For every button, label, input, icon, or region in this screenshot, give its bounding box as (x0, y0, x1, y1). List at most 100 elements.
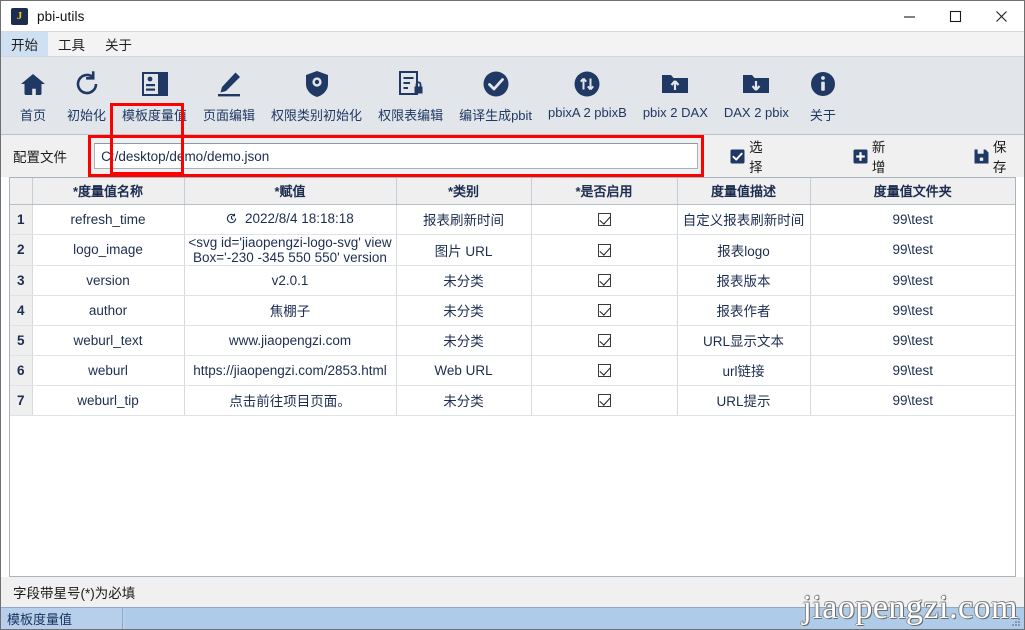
cell-folder[interactable]: 99\test (810, 385, 1015, 416)
header-desc[interactable]: 度量值描述 (677, 178, 811, 205)
cell-enabled[interactable] (531, 265, 678, 296)
cell-name[interactable]: weburl_tip (32, 385, 185, 416)
close-button[interactable] (978, 1, 1024, 32)
toolbar-label-init: 初始化 (67, 108, 107, 123)
checkbox-enabled[interactable] (597, 213, 611, 227)
cell-category[interactable]: Web URL (396, 355, 532, 386)
cell-name[interactable]: refresh_time (32, 204, 185, 235)
table-row[interactable]: 2 logo_image <svg id='jiaopengzi-logo-sv… (10, 234, 1015, 266)
row-number: 7 (10, 385, 33, 416)
checkbox-enabled[interactable] (597, 274, 611, 288)
cell-enabled[interactable] (531, 325, 678, 356)
cell-value[interactable]: www.jiaopengzi.com (184, 325, 397, 356)
cell-folder[interactable]: 99\test (810, 204, 1015, 235)
refresh-icon (70, 67, 104, 101)
cell-name[interactable]: author (32, 295, 185, 326)
status-bar: 模板度量值 (1, 607, 1024, 629)
table-row[interactable]: 7 weburl_tip 点击前往项目页面。 未分类 URL提示 99\test (10, 385, 1015, 416)
checkbox-enabled[interactable] (597, 304, 611, 318)
cell-category[interactable]: 图片 URL (396, 234, 532, 266)
toolbar-label-role-init: 权限类别初始化 (271, 108, 363, 123)
table-row[interactable]: 3 version v2.0.1 未分类 报表版本 99\test (10, 265, 1015, 296)
checkbox-enabled[interactable] (597, 243, 611, 257)
locked-document-icon (394, 67, 428, 101)
cell-desc[interactable]: 报表作者 (677, 295, 811, 326)
toolbar-button-about[interactable]: 关于 (797, 63, 849, 126)
toolbar-button-init[interactable]: 初始化 (59, 63, 114, 126)
cell-folder[interactable]: 99\test (810, 325, 1015, 356)
minimize-button[interactable] (886, 1, 932, 32)
toolbar-button-page-edit[interactable]: 页面编辑 (195, 63, 263, 126)
cell-value[interactable]: https://jiaopengzi.com/2853.html (184, 355, 397, 386)
cell-desc[interactable]: URL提示 (677, 385, 811, 416)
cell-category[interactable]: 未分类 (396, 385, 532, 416)
save-button[interactable]: 保存 (966, 136, 1024, 176)
toolbar-button-dax-2-pbix[interactable]: DAX 2 pbix (716, 63, 797, 122)
cell-name[interactable]: version (32, 265, 185, 296)
toolbar-button-pbix-2-dax[interactable]: pbix 2 DAX (635, 63, 716, 122)
maximize-button[interactable] (932, 1, 978, 32)
header-folder[interactable]: 度量值文件夹 (810, 178, 1015, 205)
toolbar-label-pbix-2-dax: pbix 2 DAX (642, 105, 708, 120)
checkbox-enabled[interactable] (597, 334, 611, 348)
cell-desc[interactable]: URL显示文本 (677, 325, 811, 356)
cell-value[interactable]: 焦棚子 (184, 295, 397, 326)
cell-desc[interactable]: 报表版本 (677, 265, 811, 296)
cell-enabled[interactable] (531, 234, 678, 266)
config-file-input[interactable] (94, 143, 699, 169)
header-value[interactable]: *赋值 (184, 178, 397, 205)
cell-folder[interactable]: 99\test (810, 234, 1015, 266)
menu-item-tools[interactable]: 工具 (48, 32, 95, 56)
select-button[interactable]: 选择 (722, 136, 780, 176)
cell-name[interactable]: weburl_text (32, 325, 185, 356)
application-window: J pbi-utils 开始 工具 关于 首页 初始化 模板度量值 页面编辑 权… (0, 0, 1025, 630)
toolbar-label-template-measure: 模板度量值 (122, 108, 188, 123)
cell-category[interactable]: 未分类 (396, 325, 532, 356)
cell-folder[interactable]: 99\test (810, 295, 1015, 326)
cell-enabled[interactable] (531, 204, 678, 235)
cell-value[interactable]: v2.0.1 (184, 265, 397, 296)
table-row[interactable]: 6 weburl https://jiaopengzi.com/2853.htm… (10, 355, 1015, 386)
cell-category[interactable]: 未分类 (396, 265, 532, 296)
swap-circle-icon (570, 67, 604, 101)
toolbar-button-role-table-edit[interactable]: 权限表编辑 (370, 63, 451, 126)
header-enabled[interactable]: *是否启用 (531, 178, 678, 205)
cell-category[interactable]: 报表刷新时间 (396, 204, 532, 235)
checkbox-enabled[interactable] (597, 364, 611, 378)
cell-value[interactable]: 2022/8/4 18:18:18 (184, 204, 397, 235)
hint-bar: 字段带星号(*)为必填 (1, 577, 1024, 607)
toolbar-button-role-init[interactable]: 权限类别初始化 (263, 63, 370, 126)
toolbar-button-compile-pbit[interactable]: 编译生成pbit (451, 63, 540, 126)
toolbar-label-pbixa-2-pbixb: pbixA 2 pbixB (548, 105, 627, 120)
toolbar-button-pbixa-2-pbixb[interactable]: pbixA 2 pbixB (540, 63, 635, 122)
cell-name[interactable]: logo_image (32, 234, 185, 266)
cell-desc[interactable]: url链接 (677, 355, 811, 386)
menu-item-about[interactable]: 关于 (95, 32, 142, 56)
table-row[interactable]: 4 author 焦棚子 未分类 报表作者 99\test (10, 295, 1015, 326)
add-button[interactable]: 新增 (845, 136, 903, 176)
clock-icon (226, 212, 241, 227)
cell-enabled[interactable] (531, 355, 678, 386)
pencil-icon (212, 67, 246, 101)
toolbar-button-home[interactable]: 首页 (7, 63, 59, 126)
table-row[interactable]: 1 refresh_time 2022/8/4 18:18:18 报表刷新时间 … (10, 204, 1015, 235)
toolbar-label-role-table-edit: 权限表编辑 (378, 108, 444, 123)
resize-grip-icon[interactable] (1009, 615, 1021, 627)
cell-folder[interactable]: 99\test (810, 265, 1015, 296)
cell-folder[interactable]: 99\test (810, 355, 1015, 386)
table-row[interactable]: 5 weburl_text www.jiaopengzi.com 未分类 URL… (10, 325, 1015, 356)
cell-value[interactable]: <svg id='jiaopengzi-logo-svg' viewBox='-… (184, 234, 397, 266)
cell-desc[interactable]: 报表logo (677, 234, 811, 266)
cell-category[interactable]: 未分类 (396, 295, 532, 326)
cell-enabled[interactable] (531, 295, 678, 326)
header-category[interactable]: *类别 (396, 178, 532, 205)
cell-desc[interactable]: 自定义报表刷新时间 (677, 204, 811, 235)
config-actions: 选择 新增 保存 (722, 136, 1024, 176)
header-name[interactable]: *度量值名称 (32, 178, 185, 205)
toolbar-button-template-measure[interactable]: 模板度量值 (114, 63, 195, 126)
menu-item-start[interactable]: 开始 (1, 32, 48, 56)
checkbox-enabled[interactable] (597, 394, 611, 408)
cell-value[interactable]: 点击前往项目页面。 (184, 385, 397, 416)
cell-enabled[interactable] (531, 385, 678, 416)
cell-name[interactable]: weburl (32, 355, 185, 386)
